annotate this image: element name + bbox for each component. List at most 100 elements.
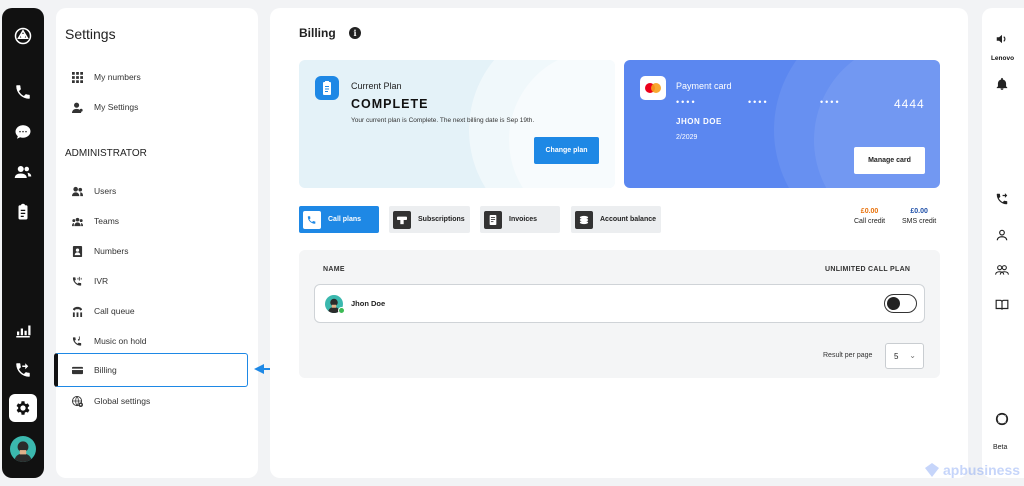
sms-credit-label: SMS credit xyxy=(902,218,937,225)
card-last4: 4444 xyxy=(894,97,925,111)
coins-icon xyxy=(575,210,593,229)
menu-item-ivr[interactable]: IVR xyxy=(56,266,258,296)
masked-digits: •••• xyxy=(676,97,697,107)
menu-label: Teams xyxy=(94,216,120,226)
tab-label: Account balance xyxy=(600,216,657,223)
team-icon xyxy=(71,215,83,227)
call-credit-amount: £0.00 xyxy=(860,208,879,215)
tab-label: Call plans xyxy=(328,216,362,223)
menu-label: Music on hold xyxy=(94,336,147,346)
watermark-text: apbusiness xyxy=(943,462,1021,478)
menu-label: Global settings xyxy=(94,396,151,406)
watermark-logo: apbusiness xyxy=(924,462,1020,478)
right-rail: Lenovo Beta xyxy=(982,8,1024,478)
plan-name: COMPLETE xyxy=(351,97,429,111)
contact-card-icon xyxy=(71,245,83,257)
menu-item-global-settings[interactable]: Global settings xyxy=(56,386,258,416)
menu-item-call-queue[interactable]: Call queue xyxy=(56,296,258,326)
call-queue-icon xyxy=(71,305,83,317)
masked-digits: •••• xyxy=(820,97,841,107)
column-header-name: NAME xyxy=(323,266,345,273)
plan-label: Current Plan xyxy=(351,81,402,91)
results-per-page-select[interactable]: 5 ⌄ xyxy=(885,343,924,369)
app-rail xyxy=(2,8,44,478)
menu-label: My numbers xyxy=(94,72,141,82)
masked-digits: •••• xyxy=(748,97,769,107)
billing-main: Billing i Current Plan COMPLETE Your cur… xyxy=(270,8,968,478)
call-credit-label: Call credit xyxy=(854,218,886,225)
credit-card-icon xyxy=(71,364,83,376)
watermark-icon xyxy=(925,463,939,477)
globe-settings-icon xyxy=(71,395,83,407)
analytics-icon[interactable] xyxy=(11,318,35,342)
menu-item-my-numbers[interactable]: My numbers xyxy=(56,62,258,92)
app-logo-icon[interactable] xyxy=(11,24,35,48)
music-phone-icon xyxy=(71,335,83,347)
phone-icon xyxy=(303,210,321,229)
settings-gear-icon[interactable] xyxy=(9,394,37,422)
mastercard-logo-icon xyxy=(640,76,666,100)
current-plan-card: Current Plan COMPLETE Your current plan … xyxy=(299,60,615,188)
menu-item-my-settings[interactable]: My Settings xyxy=(56,92,258,122)
menu-label: IVR xyxy=(94,276,109,286)
sms-credit-amount: £0.00 xyxy=(910,208,928,215)
tab-label: Invoices xyxy=(509,216,538,223)
invoice-icon xyxy=(484,210,502,229)
menu-item-music-on-hold[interactable]: Music on hold xyxy=(56,326,258,356)
results-per-page-label: Result per page xyxy=(823,352,873,359)
person-outline-icon[interactable] xyxy=(991,224,1013,246)
grid-icon xyxy=(71,71,83,83)
ivr-icon xyxy=(71,275,83,287)
beta-label: Beta xyxy=(993,444,1008,451)
chat-icon[interactable] xyxy=(11,120,35,144)
user-avatar[interactable] xyxy=(10,436,36,462)
tab-call-plans[interactable]: Call plans xyxy=(299,206,379,233)
menu-label: Users xyxy=(94,186,117,196)
call-transfer-icon[interactable] xyxy=(991,188,1013,210)
menu-item-teams[interactable]: Teams xyxy=(56,206,258,236)
contacts-icon[interactable] xyxy=(11,160,35,184)
info-icon[interactable]: i xyxy=(349,27,361,39)
sms-credit: £0.00 SMS credit xyxy=(902,208,936,225)
call-plans-table: NAME UNLIMITED CALL PLAN Jhon Doe Result… xyxy=(299,250,940,378)
page-title: Billing xyxy=(299,26,336,40)
payment-card: Payment card •••• •••• •••• 4444 JHON DO… xyxy=(624,60,940,188)
clipboard-icon xyxy=(315,76,339,100)
payment-card-label: Payment card xyxy=(676,81,732,91)
phone-icon[interactable] xyxy=(11,80,35,104)
card-holder: JHON DOE xyxy=(676,117,722,126)
call-forward-icon[interactable] xyxy=(11,358,35,382)
group-outline-icon[interactable] xyxy=(991,259,1013,281)
menu-label: Call queue xyxy=(94,306,135,316)
tab-subscriptions[interactable]: Subscriptions xyxy=(389,206,470,233)
unlimited-plan-toggle[interactable] xyxy=(884,294,917,313)
online-status-badge xyxy=(338,307,345,314)
menu-item-billing[interactable]: Billing xyxy=(54,353,248,387)
manage-card-button[interactable]: Manage card xyxy=(854,147,925,174)
table-row[interactable]: Jhon Doe xyxy=(314,284,925,323)
menu-label: Numbers xyxy=(94,246,129,256)
results-per-page-value: 5 xyxy=(894,351,899,361)
speaker-icon[interactable] xyxy=(991,28,1013,50)
menu-item-numbers[interactable]: Numbers xyxy=(56,236,258,266)
book-icon[interactable] xyxy=(991,294,1013,316)
bell-icon[interactable] xyxy=(991,73,1013,95)
tab-label: Subscriptions xyxy=(418,216,465,223)
lenovo-label: Lenovo xyxy=(987,54,1018,63)
column-header-plan: UNLIMITED CALL PLAN xyxy=(825,266,911,273)
settings-panel: Settings My numbers My Settings ADMINIST… xyxy=(54,8,258,478)
plan-description: Your current plan is Complete. The next … xyxy=(351,117,535,124)
clipboard-icon[interactable] xyxy=(11,200,35,224)
tab-invoices[interactable]: Invoices xyxy=(480,206,560,233)
support-lifebuoy-icon[interactable] xyxy=(991,408,1013,430)
row-user-name: Jhon Doe xyxy=(351,299,386,308)
person-icon xyxy=(71,101,83,113)
menu-label: Billing xyxy=(94,365,117,375)
settings-title: Settings xyxy=(65,26,116,42)
subscription-icon xyxy=(393,210,411,229)
tab-account-balance[interactable]: Account balance xyxy=(571,206,661,233)
menu-item-users[interactable]: Users xyxy=(56,176,258,206)
admin-section-label: ADMINISTRATOR xyxy=(65,148,147,159)
change-plan-button[interactable]: Change plan xyxy=(534,137,599,164)
users-icon xyxy=(71,185,83,197)
